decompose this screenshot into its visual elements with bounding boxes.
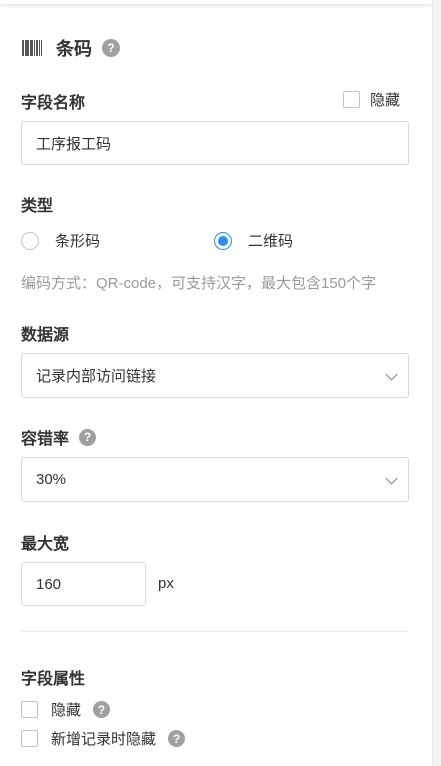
max-width-input[interactable]: 160	[21, 562, 146, 606]
field-name-label: 字段名称	[21, 95, 86, 112]
data-source-label: 数据源	[21, 327, 70, 344]
right-scroll-edge[interactable]	[432, 0, 441, 766]
help-icon[interactable]: ?	[79, 428, 97, 446]
encoding-hint: 编码方式：QR-code，可支持汉字，最大包含150个字	[21, 275, 377, 292]
type-radio-group: 条形码 二维码	[21, 230, 293, 251]
field-hide-toggle[interactable]: 隐藏	[342, 89, 400, 110]
hide-checkbox[interactable]	[342, 91, 360, 108]
attr-hide-on-create-row[interactable]: 新增记录时隐藏 ?	[21, 728, 186, 749]
help-icon[interactable]: ?	[93, 701, 111, 718]
radio-option-qrcode[interactable]: 二维码	[214, 230, 293, 251]
max-width-label: 最大宽	[21, 536, 70, 553]
panel-header: 条码 ?	[22, 36, 120, 60]
radio-qrcode[interactable]	[214, 231, 232, 250]
chevron-down-icon	[385, 471, 398, 485]
barcode-icon	[22, 40, 42, 56]
data-source-value: 记录内部访问链接	[36, 368, 157, 385]
attr-hide-label: 隐藏	[51, 702, 82, 719]
data-source-select[interactable]: 记录内部访问链接	[21, 353, 409, 398]
help-icon[interactable]: ?	[168, 730, 186, 747]
field-attributes-label: 字段属性	[21, 671, 86, 688]
attr-hide-checkbox[interactable]	[21, 701, 38, 718]
error-correction-value: 30%	[36, 471, 67, 488]
attr-hide-on-create-checkbox[interactable]	[21, 730, 38, 747]
radio-barcode-label: 条形码	[55, 233, 101, 250]
field-name-input[interactable]: 工序报工码	[21, 121, 409, 165]
panel-title: 条码	[56, 39, 92, 59]
chevron-down-icon	[385, 367, 398, 381]
divider	[21, 631, 409, 632]
radio-barcode[interactable]	[21, 231, 39, 250]
error-correction-label: 容错率 ?	[21, 425, 97, 449]
hide-label: 隐藏	[369, 92, 400, 109]
attr-hide-row[interactable]: 隐藏 ?	[21, 699, 111, 720]
radio-option-barcode[interactable]: 条形码	[21, 230, 214, 251]
radio-qrcode-label: 二维码	[248, 233, 294, 250]
help-icon[interactable]: ?	[102, 39, 120, 57]
type-label: 类型	[21, 198, 54, 215]
max-width-unit: px	[158, 575, 174, 592]
attr-hide-on-create-label: 新增记录时隐藏	[51, 731, 157, 748]
barcode-settings-panel: 条码 ? 字段名称 隐藏 工序报工码 类型 条形码 二维码 编码方式：QR-co…	[0, 0, 432, 766]
error-correction-select[interactable]: 30%	[21, 457, 409, 502]
error-correction-label-text: 容错率	[21, 431, 70, 448]
